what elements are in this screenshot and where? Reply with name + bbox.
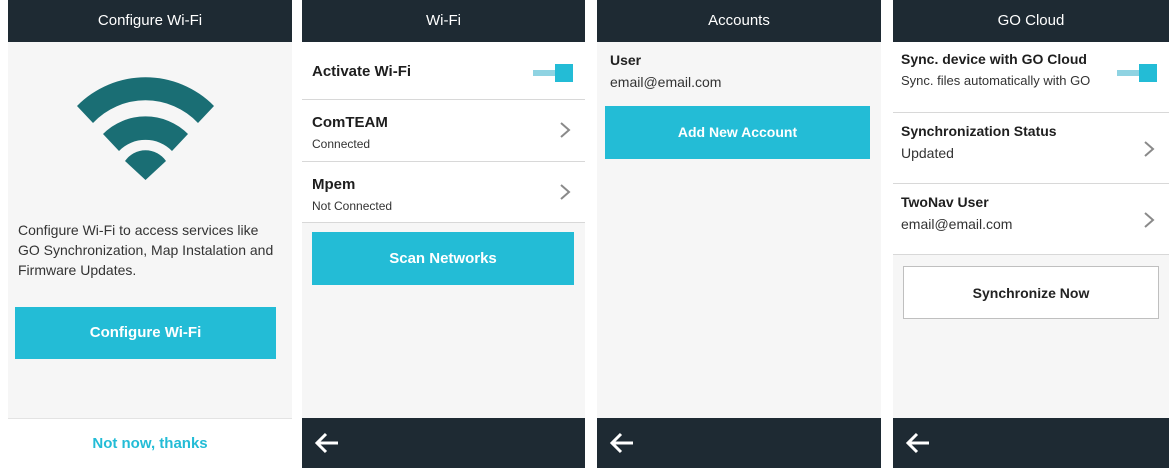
go-cloud-screen: GO Cloud Sync. device with GO Cloud Sync… [893, 0, 1169, 468]
network-name: ComTEAM [312, 114, 388, 131]
activate-wifi-row[interactable]: Activate Wi-Fi [302, 42, 585, 100]
bottom-bar [597, 418, 881, 468]
account-email: email@email.com [610, 74, 722, 90]
toggle-knob [555, 64, 573, 82]
twonav-user-email: email@email.com [901, 216, 1013, 232]
network-row-mpem[interactable]: Mpem Not Connected [302, 162, 585, 223]
wifi-screen: Wi-Fi Activate Wi-Fi ComTEAM Connected M… [302, 0, 585, 468]
network-status: Not Connected [312, 199, 393, 213]
twonav-user-row[interactable]: TwoNav User email@email.com [893, 184, 1169, 255]
activate-wifi-toggle[interactable] [533, 64, 573, 82]
configure-wifi-button[interactable]: Configure Wi-Fi [15, 307, 276, 359]
wifi-icon [77, 77, 214, 180]
sync-status-value: Updated [901, 145, 954, 161]
add-new-account-button[interactable]: Add New Account [605, 106, 870, 159]
sync-device-label: Sync. device with GO Cloud [901, 51, 1087, 67]
scan-networks-button[interactable]: Scan Networks [312, 232, 574, 285]
account-entry[interactable]: User email@email.com [597, 42, 881, 98]
chevron-right-icon [560, 184, 571, 200]
back-arrow-icon[interactable] [609, 431, 635, 455]
screen-title: Accounts [597, 0, 881, 42]
footer: Not now, thanks [8, 418, 292, 468]
not-now-link[interactable]: Not now, thanks [8, 419, 292, 468]
bottom-bar [893, 418, 1169, 468]
screen-title: Configure Wi-Fi [8, 0, 292, 42]
screen-title: GO Cloud [893, 0, 1169, 42]
toggle-knob [1139, 64, 1157, 82]
account-label: User [610, 52, 642, 68]
back-arrow-icon[interactable] [905, 431, 931, 455]
sync-status-label: Synchronization Status [901, 123, 1057, 139]
configure-description: Configure Wi-Fi to access services like … [18, 222, 274, 278]
sync-status-row[interactable]: Synchronization Status Updated [893, 113, 1169, 184]
back-arrow-icon[interactable] [314, 431, 340, 455]
twonav-user-label: TwoNav User [901, 194, 989, 210]
bottom-bar [302, 418, 585, 468]
sync-device-row[interactable]: Sync. device with GO Cloud Sync. files a… [893, 42, 1169, 113]
network-name: Mpem [312, 176, 356, 193]
chevron-right-icon [560, 122, 571, 138]
network-row-comteam[interactable]: ComTEAM Connected [302, 100, 585, 162]
screen-title: Wi-Fi [302, 0, 585, 42]
chevron-right-icon [1144, 141, 1155, 157]
activate-wifi-label: Activate Wi-Fi [312, 63, 412, 80]
sync-device-sublabel: Sync. files automatically with GO [901, 73, 1091, 88]
network-status: Connected [312, 137, 371, 151]
configure-wifi-screen: Configure Wi-Fi Configure Wi-Fi to acces… [8, 0, 292, 468]
synchronize-now-button[interactable]: Synchronize Now [903, 266, 1159, 319]
sync-device-toggle[interactable] [1117, 64, 1157, 82]
chevron-right-icon [1144, 212, 1155, 228]
accounts-screen: Accounts User email@email.com Add New Ac… [597, 0, 881, 468]
